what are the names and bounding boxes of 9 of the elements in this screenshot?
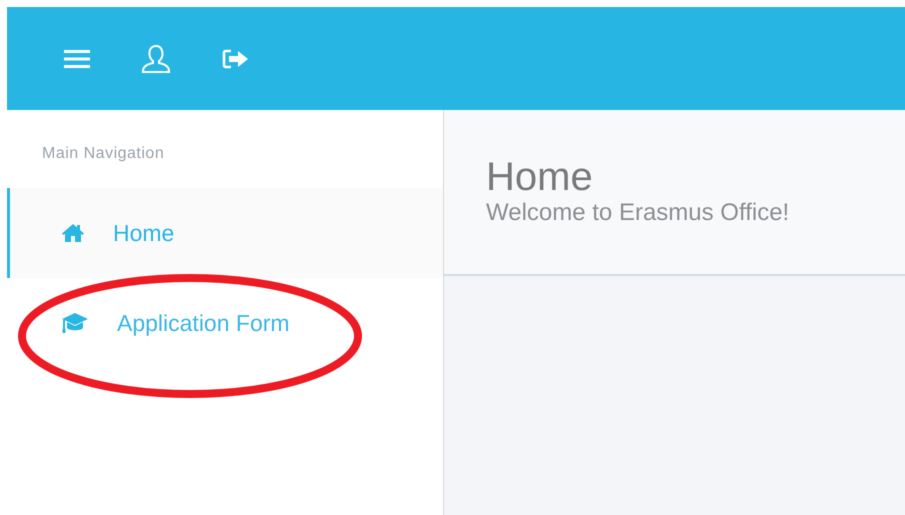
page-subtitle: Welcome to Erasmus Office! — [486, 200, 790, 226]
nav-item[interactable]: Home — [7, 188, 443, 278]
user-icon[interactable] — [140, 44, 172, 74]
home-icon — [61, 223, 85, 243]
logout-icon[interactable] — [222, 48, 250, 70]
graduation-cap-icon — [61, 312, 89, 334]
menu-icon[interactable] — [64, 48, 90, 68]
sidebar-heading: Main Navigation — [42, 144, 164, 164]
page-title: Home — [486, 154, 593, 200]
